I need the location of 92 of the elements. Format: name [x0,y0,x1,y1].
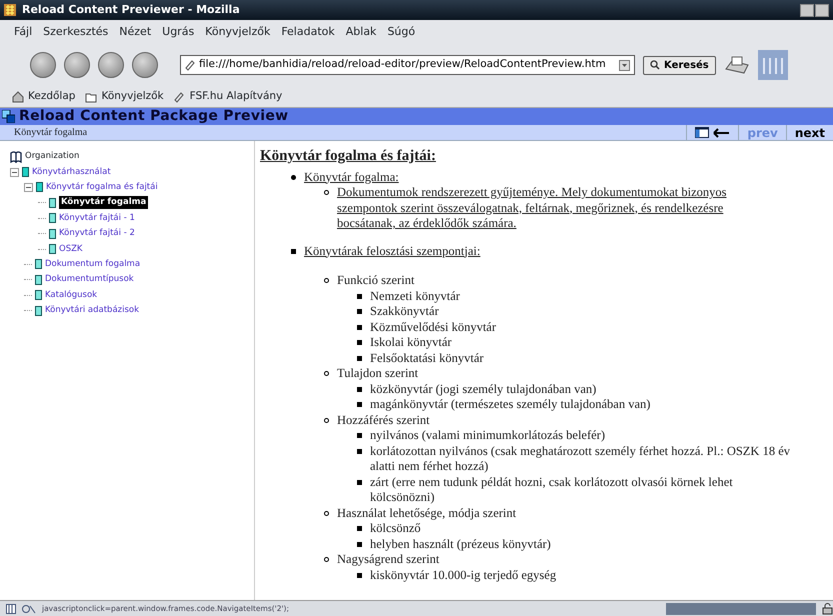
list-item-text: Felsőoktatási könyvtár [370,350,484,366]
list-item-text: közkönyvtár (jogi személy tulajdonában van) [370,382,596,397]
panel-icon [695,127,710,138]
bullet-icon [324,371,328,376]
list-item-text: kölcsönző [370,521,421,536]
window-title: Reload Content Previewer - Mozilla [22,2,240,18]
bullet-icon [324,278,328,283]
menu-item[interactable]: Nézet [119,24,152,40]
bullet-icon [356,572,362,578]
bullet-icon [356,433,362,438]
print-icon[interactable] [724,55,750,75]
bullet-icon [356,386,362,392]
menu-item[interactable]: Könyvjelzők [205,24,270,40]
bullet-icon [356,402,362,407]
left-arrow-icon [713,128,730,138]
current-page-title: Könyvtár fogalma [14,126,88,140]
component-icon [6,604,16,614]
next-link[interactable]: next [786,125,833,140]
list-item-text: Tulajdon szerint [337,366,418,382]
list-item-text: Nagyságrend szerint [337,552,440,568]
tree-item[interactable]: Könyvtár fogalma [59,196,148,210]
list-item-text: Nemzeti könyvtár [370,288,460,304]
menu-item[interactable]: Szerkesztés [43,24,108,40]
bookmark-link[interactable]: FSF.hu Alapítvány [174,88,282,104]
tree-item[interactable]: Könyvtárhasználat [32,166,111,178]
menu-item[interactable]: Ablak [346,24,376,40]
list-item-text: helyben használt (prézeus könyvtár) [370,536,551,552]
tree-item[interactable]: Katalógusok [45,288,98,302]
reload-button[interactable] [98,52,124,78]
list-item-text: Használat lehetősége, módja szerint [337,506,516,521]
bullet-icon [356,356,362,360]
minimize-button[interactable] [800,4,814,16]
collapse-toggle[interactable] [10,168,19,177]
bullet-icon [356,526,362,531]
bullet-icon [324,510,328,516]
forward-button[interactable] [64,52,90,78]
bullet-icon [356,542,362,546]
list-item-text: Szakkönyvtár [370,304,439,320]
bullet-icon [356,480,362,484]
tree-item[interactable]: Könyvtár fogalma és fajtái [46,181,158,194]
tree-root: Organization [25,150,80,164]
bullet-icon [324,190,328,195]
app-icon [4,4,16,16]
tree-item[interactable]: Könyvtár fajtái - 2 [59,227,135,240]
content-link[interactable]: Dokumentumok rendszerezett gyűjteménye. Mely dokumentumokat bizonyos szempontok szerint összeválogatnak, feltárnak, megőriznek, és rendelkezésre bocsátanak, az érdeklődők számára. [337,185,777,232]
menu-item[interactable]: Fájl [14,24,32,40]
search-button[interactable]: Keresés [643,56,716,74]
page-heading: Könyvtár fogalma és fajtái: [260,147,437,166]
bullet-icon [356,309,362,314]
collapse-toggle[interactable] [24,182,33,192]
tree-item[interactable]: OSZK [59,242,82,256]
bookmark-link[interactable]: Könyvjelzők [85,88,164,104]
bullet-icon [356,448,362,454]
tree-item[interactable]: Könyvtár fajtái - 1 [59,212,135,225]
list-item-text: Hozzáférés szerint [337,412,430,428]
bullet-icon [290,248,296,254]
preview-title: Reload Content Package Preview [19,107,288,126]
tree-item[interactable]: Dokumentumtípusok [45,273,134,286]
list-item-text: zárt (erre nem tudunk példát hozni, csak korlátozott olvasói körnek lehet kölcsönözni) [370,474,734,506]
menu-item[interactable]: Súgó [387,24,416,40]
tree-item[interactable]: Dokumentum fogalma [45,258,140,271]
book-icon [10,150,22,163]
bullet-icon [356,294,362,298]
home-icon [12,90,24,102]
search-icon [650,60,660,70]
list-item-text: Iskolai könyvtár [370,335,452,350]
list-item-text: magánkönyvtár (természetes személy tulajdonában van) [370,397,650,412]
list-item-text: kiskönyvtár 10.000-ig terjedő egység [370,568,556,583]
throbber-icon [758,50,788,80]
menu-item[interactable]: Feladatok [281,24,335,40]
bullet-icon [324,557,328,562]
dropdown-icon[interactable] [619,60,630,70]
list-item-text: korlátozottan nyilvános (csak meghatározott személy férhet hozzá. Pl.: OSZK 18 év alatti nem férhet hozzá) [370,444,792,474]
list-item-text: Funkció szerint [337,273,414,288]
lock-icon [822,602,833,614]
menu-item[interactable]: Ugrás [162,24,194,40]
content-link[interactable]: Könyvtár fogalma: [304,170,399,185]
bookmark-link[interactable]: Kezdőlap [12,88,76,104]
bullet-icon [324,418,328,422]
list-item-text: nyilvános (valami minimumkorlátozás belefér) [370,428,605,444]
tree-item[interactable]: Könyvtári adatbázisok [45,304,140,317]
content-link[interactable]: Könyvtárak felosztási szempontjai: [304,244,480,259]
bullet-icon [356,340,362,345]
bullet-icon [356,324,362,330]
list-item-text: Közművelődési könyvtár [370,320,496,335]
url-field[interactable]: file:///home/banhidia/reload/reload-editor/preview/ReloadContentPreview.htm [180,55,635,75]
maximize-button[interactable] [815,4,829,16]
package-icon [2,110,15,123]
bullet-icon [290,174,296,180]
stop-button[interactable] [132,52,158,78]
folder-icon [85,90,98,102]
back-button[interactable] [30,52,56,78]
